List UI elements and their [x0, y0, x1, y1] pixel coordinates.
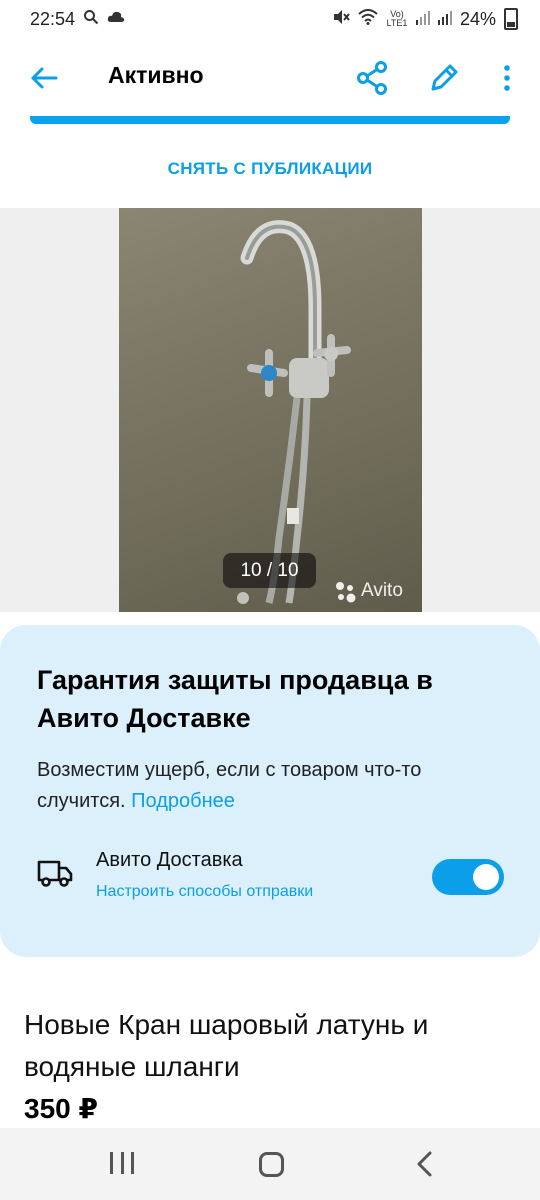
- avito-logo-icon: [336, 582, 356, 603]
- home-button[interactable]: [259, 1152, 284, 1177]
- status-bar: 22:54 Vo) LTE1 24%: [0, 0, 540, 38]
- status-right: Vo) LTE1 24%: [332, 8, 518, 30]
- photo-counter: 10 / 10: [223, 553, 316, 588]
- page-title: Активно: [108, 62, 204, 88]
- battery-percent: 24%: [459, 8, 496, 29]
- back-arrow-icon: [31, 67, 58, 89]
- top-action-button-edge[interactable]: [30, 116, 510, 124]
- back-button[interactable]: [24, 58, 64, 98]
- status-left: 22:54: [30, 9, 125, 30]
- truck-icon: [37, 860, 73, 887]
- edit-icon: [431, 64, 458, 91]
- recent-apps-icon: [110, 1152, 113, 1174]
- share-button[interactable]: [352, 56, 392, 100]
- cloud-icon: [107, 10, 125, 28]
- seller-guarantee-card: Гарантия защиты продавца в Авито Доставк…: [0, 625, 540, 957]
- nav-back-icon[interactable]: [412, 1150, 438, 1178]
- mute-icon: [332, 9, 350, 29]
- avito-watermark-text: Avito: [361, 580, 403, 601]
- system-nav-bar: [0, 1128, 540, 1200]
- guarantee-title: Гарантия защиты продавца в Авито Доставк…: [37, 665, 433, 733]
- delivery-settings-link[interactable]: Настроить способы отправки: [96, 883, 313, 901]
- network-label: Vo) LTE1: [386, 9, 408, 28]
- edit-button[interactable]: [424, 56, 464, 100]
- delivery-title: Авито Доставка: [96, 849, 243, 871]
- photo-gallery[interactable]: 10 / 10 Avito: [0, 208, 540, 612]
- delivery-toggle[interactable]: [432, 859, 504, 895]
- product-title: Новые Кран шаровый латунь и водяные шлан…: [24, 1009, 429, 1082]
- more-button[interactable]: [492, 56, 522, 100]
- avito-watermark: Avito: [333, 579, 403, 603]
- share-icon: [357, 61, 387, 95]
- more-vert-icon: [504, 65, 510, 91]
- app-bar: Активно: [0, 38, 540, 118]
- wifi-icon: [358, 9, 378, 29]
- faucet-image: [237, 220, 351, 604]
- signal-icon-2: [437, 9, 452, 29]
- search-icon: [83, 9, 99, 29]
- battery-icon: [504, 8, 518, 30]
- signal-icon: [415, 9, 430, 29]
- more-info-link[interactable]: Подробнее: [131, 790, 235, 812]
- toggle-knob: [473, 864, 499, 890]
- product-photo[interactable]: [119, 208, 422, 612]
- unpublish-button[interactable]: СНЯТЬ С ПУБЛИКАЦИИ: [0, 148, 540, 190]
- product-price: 350 ₽: [24, 1093, 98, 1124]
- recent-apps-button[interactable]: [110, 1152, 134, 1176]
- guarantee-text: Возместим ущерб, если с товаром что-то с…: [37, 755, 507, 817]
- status-time: 22:54: [30, 8, 76, 29]
